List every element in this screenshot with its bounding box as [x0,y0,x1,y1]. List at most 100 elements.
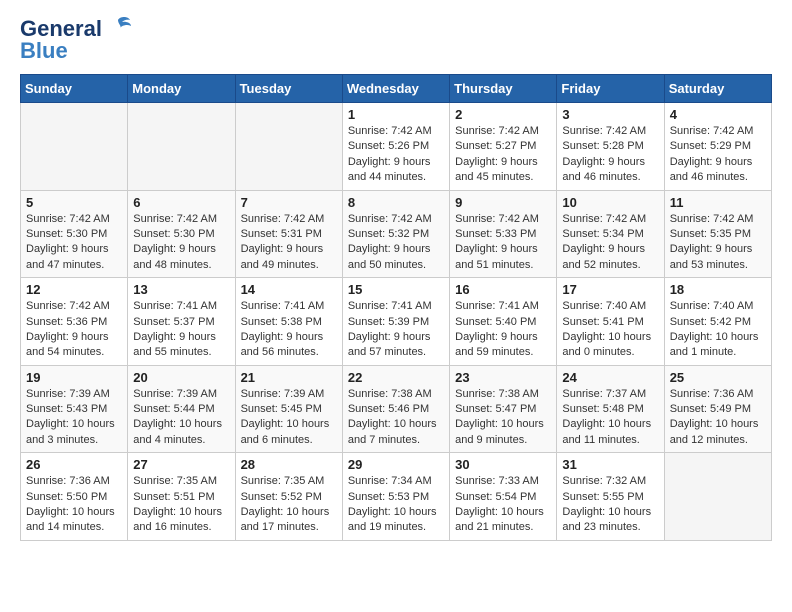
day-number: 21 [241,370,337,385]
table-row: 7 Sunrise: 7:42 AMSunset: 5:31 PMDaylight… [235,190,342,278]
day-info: Sunrise: 7:41 AMSunset: 5:39 PMDaylight:… [348,299,444,361]
day-info: Sunrise: 7:42 AMSunset: 5:32 PMDaylight:… [348,212,444,274]
table-row: 16Sunrise: 7:41 AMSunset: 5:40 PMDayligh… [450,278,557,366]
day-info: Sunrise: 7:34 AMSunset: 5:53 PMDaylight:… [348,474,444,536]
day-number: 22 [348,370,444,385]
table-row: 30Sunrise: 7:33 AMSunset: 5:54 PMDayligh… [450,453,557,541]
day-number: 8 [348,195,444,210]
col-monday: Monday [128,75,235,103]
table-row: 25 Sunrise: 7:36 AMSunset: 5:49 PMDayligh… [664,365,771,453]
col-wednesday: Wednesday [342,75,449,103]
logo-bird-icon [104,16,132,38]
day-number: 12 [26,282,122,297]
day-number: 2 [455,107,551,122]
day-info: Sunrise: 7:39 AMSunset: 5:45 PMDaylight:… [241,387,337,449]
table-row: 21 Sunrise: 7:39 AMSunset: 5:45 PMDayligh… [235,365,342,453]
calendar-table: Sunday Monday Tuesday Wednesday Thursday… [20,74,772,541]
table-row: 24 Sunrise: 7:37 AMSunset: 5:48 PMDayligh… [557,365,664,453]
table-row: 3 Sunrise: 7:42 AMSunset: 5:28 PMDaylight… [557,103,664,191]
calendar-week-row: 19Sunrise: 7:39 AMSunset: 5:43 PMDayligh… [21,365,772,453]
day-number: 13 [133,282,229,297]
table-row: 10 Sunrise: 7:42 AMSunset: 5:34 PMDayligh… [557,190,664,278]
table-row [664,453,771,541]
day-number: 5 [26,195,122,210]
day-info: Sunrise: 7:35 AMSunset: 5:52 PMDaylight:… [241,474,337,536]
day-number: 3 [562,107,658,122]
col-sunday: Sunday [21,75,128,103]
logo-blue-text: Blue [20,38,68,64]
day-number: 24 [562,370,658,385]
page-header: General Blue [20,16,772,64]
day-info: Sunrise: 7:36 AMSunset: 5:50 PMDaylight:… [26,474,122,536]
table-row: 17 Sunrise: 7:40 AMSunset: 5:41 PMDayligh… [557,278,664,366]
day-number: 7 [241,195,337,210]
day-info: Sunrise: 7:38 AMSunset: 5:46 PMDaylight:… [348,387,444,449]
day-number: 31 [562,457,658,472]
logo: General Blue [20,16,132,64]
table-row: 28 Sunrise: 7:35 AMSunset: 5:52 PMDayligh… [235,453,342,541]
table-row: 8 Sunrise: 7:42 AMSunset: 5:32 PMDaylight… [342,190,449,278]
day-info: Sunrise: 7:42 AMSunset: 5:30 PMDaylight:… [26,212,122,274]
day-info: Sunrise: 7:42 AMSunset: 5:28 PMDaylight:… [562,124,658,186]
day-number: 29 [348,457,444,472]
day-number: 1 [348,107,444,122]
day-number: 18 [670,282,766,297]
table-row [21,103,128,191]
table-row: 13Sunrise: 7:41 AMSunset: 5:37 PMDayligh… [128,278,235,366]
day-info: Sunrise: 7:42 AMSunset: 5:31 PMDaylight:… [241,212,337,274]
day-info: Sunrise: 7:32 AMSunset: 5:55 PMDaylight:… [562,474,658,536]
day-number: 15 [348,282,444,297]
day-info: Sunrise: 7:38 AMSunset: 5:47 PMDaylight:… [455,387,551,449]
calendar-week-row: 26 Sunrise: 7:36 AMSunset: 5:50 PMDayligh… [21,453,772,541]
day-info: Sunrise: 7:42 AMSunset: 5:34 PMDaylight:… [562,212,658,274]
table-row: 2 Sunrise: 7:42 AMSunset: 5:27 PMDaylight… [450,103,557,191]
day-info: Sunrise: 7:41 AMSunset: 5:38 PMDaylight:… [241,299,337,361]
table-row: 20Sunrise: 7:39 AMSunset: 5:44 PMDayligh… [128,365,235,453]
day-info: Sunrise: 7:42 AMSunset: 5:29 PMDaylight:… [670,124,766,186]
day-number: 4 [670,107,766,122]
day-number: 28 [241,457,337,472]
day-number: 26 [26,457,122,472]
day-info: Sunrise: 7:39 AMSunset: 5:44 PMDaylight:… [133,387,229,449]
table-row [128,103,235,191]
day-info: Sunrise: 7:37 AMSunset: 5:48 PMDaylight:… [562,387,658,449]
day-info: Sunrise: 7:42 AMSunset: 5:27 PMDaylight:… [455,124,551,186]
day-number: 11 [670,195,766,210]
day-info: Sunrise: 7:39 AMSunset: 5:43 PMDaylight:… [26,387,122,449]
table-row: 26 Sunrise: 7:36 AMSunset: 5:50 PMDayligh… [21,453,128,541]
day-info: Sunrise: 7:36 AMSunset: 5:49 PMDaylight:… [670,387,766,449]
col-saturday: Saturday [664,75,771,103]
day-info: Sunrise: 7:40 AMSunset: 5:41 PMDaylight:… [562,299,658,361]
col-thursday: Thursday [450,75,557,103]
day-info: Sunrise: 7:42 AMSunset: 5:26 PMDaylight:… [348,124,444,186]
table-row: 4 Sunrise: 7:42 AMSunset: 5:29 PMDaylight… [664,103,771,191]
table-row: 18 Sunrise: 7:40 AMSunset: 5:42 PMDayligh… [664,278,771,366]
calendar-header-row: Sunday Monday Tuesday Wednesday Thursday… [21,75,772,103]
day-number: 23 [455,370,551,385]
table-row: 29 Sunrise: 7:34 AMSunset: 5:53 PMDayligh… [342,453,449,541]
day-number: 25 [670,370,766,385]
day-number: 27 [133,457,229,472]
table-row: 23 Sunrise: 7:38 AMSunset: 5:47 PMDayligh… [450,365,557,453]
day-info: Sunrise: 7:33 AMSunset: 5:54 PMDaylight:… [455,474,551,536]
day-info: Sunrise: 7:42 AMSunset: 5:33 PMDaylight:… [455,212,551,274]
day-info: Sunrise: 7:41 AMSunset: 5:40 PMDaylight:… [455,299,551,361]
day-number: 14 [241,282,337,297]
day-info: Sunrise: 7:40 AMSunset: 5:42 PMDaylight:… [670,299,766,361]
day-number: 17 [562,282,658,297]
table-row: 14 Sunrise: 7:41 AMSunset: 5:38 PMDayligh… [235,278,342,366]
table-row: 11Sunrise: 7:42 AMSunset: 5:35 PMDayligh… [664,190,771,278]
day-number: 6 [133,195,229,210]
table-row [235,103,342,191]
col-friday: Friday [557,75,664,103]
calendar-week-row: 12 Sunrise: 7:42 AMSunset: 5:36 PMDayligh… [21,278,772,366]
day-info: Sunrise: 7:35 AMSunset: 5:51 PMDaylight:… [133,474,229,536]
day-info: Sunrise: 7:42 AMSunset: 5:30 PMDaylight:… [133,212,229,274]
table-row: 27 Sunrise: 7:35 AMSunset: 5:51 PMDayligh… [128,453,235,541]
day-info: Sunrise: 7:42 AMSunset: 5:36 PMDaylight:… [26,299,122,361]
calendar-body: 1 Sunrise: 7:42 AMSunset: 5:26 PMDaylight… [21,103,772,541]
table-row: 19Sunrise: 7:39 AMSunset: 5:43 PMDayligh… [21,365,128,453]
page-container: General Blue Sunday Monday Tuesday Wedne… [0,0,792,551]
day-number: 10 [562,195,658,210]
table-row: 31 Sunrise: 7:32 AMSunset: 5:55 PMDayligh… [557,453,664,541]
